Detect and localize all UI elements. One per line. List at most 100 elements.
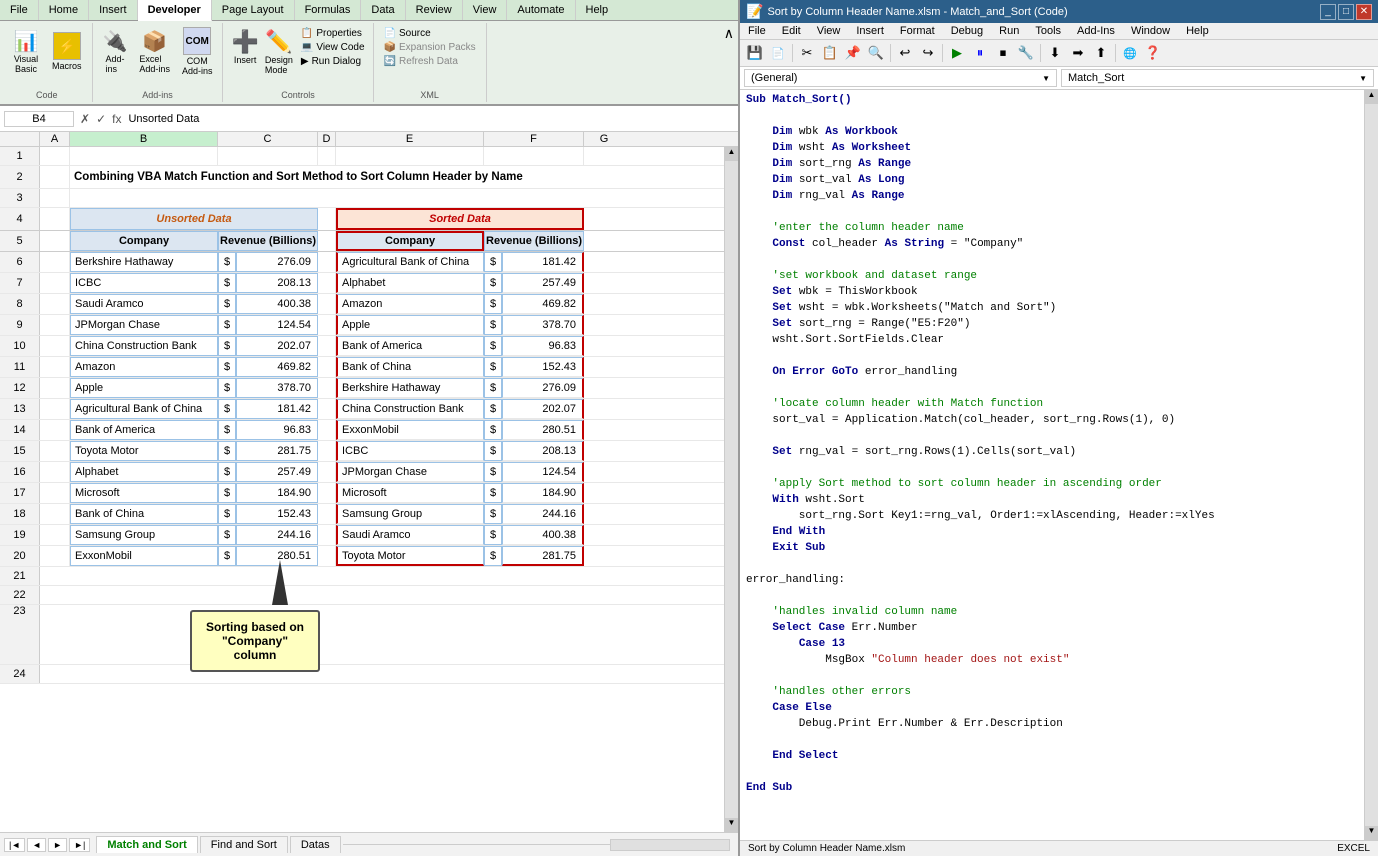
unsorted-dollar-16: $ [218,462,236,482]
refresh-data-button[interactable]: 🔄 Refresh Data [382,55,478,68]
unsorted-company-20: ExxonMobil [70,546,218,566]
vba-menu-run[interactable]: Run [991,23,1027,39]
excel-addins-button[interactable]: 📦 ExcelAdd-ins [135,27,174,76]
unsorted-revenue-8: 400.38 [236,294,318,314]
insert-control-button[interactable]: ➕ Insert [229,27,260,67]
code-line [742,732,1362,748]
row-8: 8 Saudi Aramco $ 400.38 Amazon $ 469.82 [0,294,738,315]
col-header-d[interactable]: D [318,132,336,146]
tab-insert[interactable]: Insert [89,0,138,20]
vba-menu-format[interactable]: Format [892,23,943,39]
col-header-f[interactable]: F [484,132,584,146]
unsorted-dollar-19: $ [218,525,236,545]
tab-nav-next[interactable]: ► [48,838,67,852]
view-code-button[interactable]: 💻 View Code [299,41,367,54]
sheet-tab-match-and-sort[interactable]: Match and Sort [96,836,197,853]
expansion-packs-button[interactable]: 📦 Expansion Packs [382,41,478,54]
sheet-tab-find-and-sort[interactable]: Find and Sort [200,836,288,853]
vba-menu-help[interactable]: Help [1178,23,1217,39]
vba-tool-break[interactable]: ⏸ [969,42,991,64]
col-header-e[interactable]: E [336,132,484,146]
sorted-revenue-14: 280.51 [502,420,584,440]
sheet-tab-datas[interactable]: Datas [290,836,341,853]
vba-code-editor[interactable]: Sub Match_Sort() Dim wbk As Workbook Dim… [740,90,1364,840]
tab-data[interactable]: Data [361,0,405,20]
cell-reference-box[interactable]: B4 [4,111,74,127]
tab-developer[interactable]: Developer [138,0,212,21]
formula-input[interactable]: Unsorted Data [127,112,734,126]
sorted-company-17: Microsoft [336,483,484,503]
vba-tool-reset[interactable]: ⏹ [992,42,1014,64]
vba-tool-step-out[interactable]: ⬆ [1090,42,1112,64]
vba-minimize-button[interactable]: _ [1320,4,1336,20]
addins-button[interactable]: 🔌 Add-ins [99,27,132,76]
sorted-dollar-10: $ [484,336,502,356]
vba-menu-window[interactable]: Window [1123,23,1178,39]
code-line: sort_val = Application.Match(col_header,… [742,412,1362,428]
tab-view[interactable]: View [463,0,508,20]
vba-menu-view[interactable]: View [809,23,849,39]
source-button[interactable]: 📄 Source [382,27,478,40]
vba-tool-copy[interactable]: 📋 [819,42,841,64]
design-mode-button[interactable]: ✏️ DesignMode [263,27,295,77]
code-line: Exit Sub [742,540,1362,556]
vba-scrollbar[interactable]: ▲ ▼ [1364,90,1378,840]
vba-menu-edit[interactable]: Edit [774,23,809,39]
properties-button[interactable]: 📋 Properties [299,27,367,40]
vba-menu-addins[interactable]: Add-Ins [1069,23,1123,39]
cancel-formula-icon[interactable]: ✗ [78,112,92,126]
visual-basic-button[interactable]: 📊 VisualBasic [8,27,44,76]
tab-nav-prev-prev[interactable]: |◄ [4,838,25,852]
vba-tool-design[interactable]: 🔧 [1015,42,1037,64]
vba-tool-save[interactable]: 💾 [744,42,766,64]
col-header-a[interactable]: A [40,132,70,146]
vba-tool-object-browser[interactable]: 🌐 [1119,42,1141,64]
vba-menu-file[interactable]: File [740,23,774,39]
code-line: wsht.Sort.SortFields.Clear [742,332,1362,348]
vba-general-dropdown[interactable]: (General) ▼ [744,69,1057,87]
code-line: 'handles invalid column name [742,604,1362,620]
macros-button[interactable]: ⚡ Macros [48,30,86,73]
horizontal-scrollbar[interactable] [610,839,730,851]
ribbon-collapse-button[interactable]: ∧ [722,23,736,44]
run-dialog-button[interactable]: ▶ Run Dialog [299,55,367,68]
col-header-c[interactable]: C [218,132,318,146]
unsorted-revenue-11: 469.82 [236,357,318,377]
tab-nav-prev[interactable]: ◄ [27,838,46,852]
vba-tool-cut[interactable]: ✂ [796,42,818,64]
vba-maximize-button[interactable]: □ [1338,4,1354,20]
vba-tool-find[interactable]: 🔍 [865,42,887,64]
code-line: Dim sort_rng As Range [742,156,1362,172]
code-line: sort_rng.Sort Key1:=rng_val, Order1:=xlA… [742,508,1362,524]
tab-help[interactable]: Help [576,0,619,20]
vba-tool-insert-userform[interactable]: 📄 [767,42,789,64]
vba-tool-paste[interactable]: 📌 [842,42,864,64]
tab-nav-next-next[interactable]: ►| [69,838,90,852]
tab-review[interactable]: Review [406,0,463,20]
vba-tool-step-over[interactable]: ➡ [1067,42,1089,64]
vba-procedure-dropdown[interactable]: Match_Sort ▼ [1061,69,1374,87]
vba-tool-undo[interactable]: ↩ [894,42,916,64]
vba-menu-insert[interactable]: Insert [848,23,892,39]
tab-formulas[interactable]: Formulas [295,0,362,20]
vba-tool-help[interactable]: ❓ [1142,42,1164,64]
vba-tool-run[interactable]: ▶ [946,42,968,64]
vba-tool-step-into[interactable]: ⬇ [1044,42,1066,64]
unsorted-company-11: Amazon [70,357,218,377]
vba-close-button[interactable]: ✕ [1356,4,1372,20]
tab-automate[interactable]: Automate [507,0,575,20]
vba-tool-redo[interactable]: ↪ [917,42,939,64]
tab-pagelayout[interactable]: Page Layout [212,0,295,20]
insert-function-icon[interactable]: fx [110,112,123,126]
vba-menu-debug[interactable]: Debug [943,23,991,39]
sorted-dollar-6: $ [484,252,502,272]
col-header-b[interactable]: B [70,132,218,146]
tab-file[interactable]: File [0,0,39,20]
vba-menu-tools[interactable]: Tools [1027,23,1069,39]
col-header-g[interactable]: G [584,132,624,146]
tab-home[interactable]: Home [39,0,89,20]
code-line: error_handling: [742,572,1362,588]
vertical-scrollbar[interactable]: ▲ ▼ [724,147,738,832]
confirm-formula-icon[interactable]: ✓ [94,112,108,126]
com-addins-button[interactable]: COM COMAdd-ins [178,25,217,78]
